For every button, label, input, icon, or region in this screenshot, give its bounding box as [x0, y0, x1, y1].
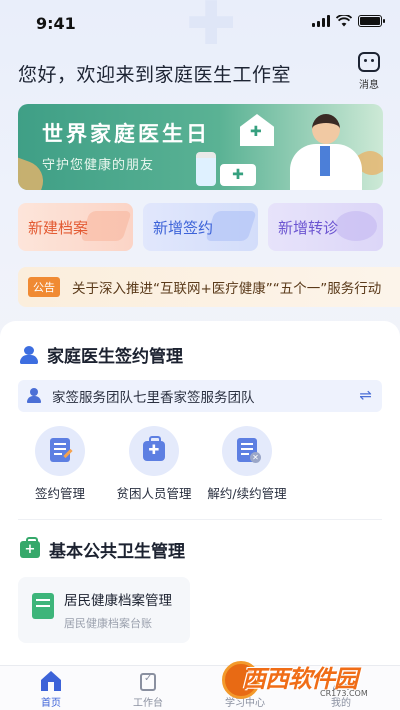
status-icons: [312, 15, 385, 27]
termination-renewal-label: 解约/续约管理: [207, 486, 287, 501]
team-selector[interactable]: 家签服务团队七里香家签服务团队 ⇌: [18, 380, 382, 412]
announcement-text: 关于深入推进“互联网+医疗健康”“五个一”服务行动: [72, 281, 382, 297]
record-card-title: 居民健康档案管理: [64, 593, 172, 609]
new-record-label: 新建档案: [28, 219, 89, 237]
status-bar: 9:41: [0, 0, 400, 44]
new-contract-label: 新增签约: [153, 219, 214, 237]
poverty-management-item[interactable]: ✚ 贫困人员管理: [104, 426, 204, 502]
resident-health-record-card[interactable]: 居民健康档案管理 居民健康档案台账: [18, 577, 190, 643]
section-divider: [18, 519, 382, 520]
status-time: 9:41: [36, 14, 76, 33]
announcement-bar[interactable]: 公告 关于深入推进“互联网+医疗健康”“五个一”服务行动: [18, 267, 400, 307]
clipboard-icon: [138, 671, 158, 691]
messages-label: 消息: [359, 80, 379, 91]
message-icon: [358, 52, 380, 72]
announcement-tag: 公告: [28, 277, 60, 297]
home-icon: [41, 671, 61, 691]
sign-management-label: 签约管理: [34, 486, 85, 501]
doctor-tie: [320, 146, 330, 176]
record-card-subtitle: 居民健康档案台账: [64, 617, 152, 630]
sign-document-icon: [35, 426, 85, 476]
first-aid-box-icon: ✚: [220, 164, 256, 186]
greeting-title: 您好，欢迎来到家庭医生工作室: [18, 64, 292, 86]
tab-home-label: 首页: [41, 698, 61, 709]
sign-management-item[interactable]: 签约管理: [10, 426, 110, 502]
medical-bag-icon: ✚: [129, 426, 179, 476]
health-kit-icon: +: [20, 537, 40, 558]
tab-workbench[interactable]: 工作台: [113, 671, 183, 709]
public-health-header: + 基本公共卫生管理: [20, 537, 185, 562]
messages-button[interactable]: 消息: [352, 52, 386, 91]
battery-icon: [358, 15, 385, 27]
banner-subtitle: 守护您健康的朋友: [42, 158, 155, 173]
new-referral-label: 新增转诊: [278, 219, 339, 237]
site-watermark: 西西软件园 CR173.COM: [222, 655, 392, 703]
plus-icon: ✚: [250, 124, 262, 140]
tab-workbench-label: 工作台: [133, 698, 163, 709]
tab-home[interactable]: 首页: [16, 671, 86, 709]
doctor-head: [312, 114, 340, 144]
team-name: 家签服务团队七里香家签服务团队: [52, 390, 255, 406]
world-family-doctor-day-banner[interactable]: 世界家庭医生日 守护您健康的朋友 ✚ ✚: [18, 104, 383, 190]
signal-icon: [312, 15, 330, 27]
swap-icon[interactable]: ⇌: [359, 386, 372, 404]
doctor-icon: [20, 345, 38, 364]
public-health-title: 基本公共卫生管理: [49, 542, 185, 562]
new-contract-button[interactable]: 新增签约: [143, 203, 258, 251]
team-icon: [26, 388, 42, 404]
cancel-document-icon: ✕: [222, 426, 272, 476]
wifi-icon: [336, 15, 352, 27]
new-referral-button[interactable]: 新增转诊: [268, 203, 383, 251]
medicine-bottle-icon: [196, 152, 216, 186]
new-record-button[interactable]: 新建档案: [18, 203, 133, 251]
sign-management-title: 家庭医生签约管理: [47, 347, 183, 367]
sign-management-header: 家庭医生签约管理: [20, 342, 183, 367]
health-record-icon: [32, 593, 54, 619]
poverty-management-label: 贫困人员管理: [116, 486, 192, 501]
banner-title: 世界家庭医生日: [42, 122, 210, 146]
watermark-url: CR173.COM: [320, 689, 368, 698]
referral-icon: [335, 211, 377, 241]
termination-renewal-item[interactable]: ✕ 解约/续约管理: [197, 426, 297, 502]
